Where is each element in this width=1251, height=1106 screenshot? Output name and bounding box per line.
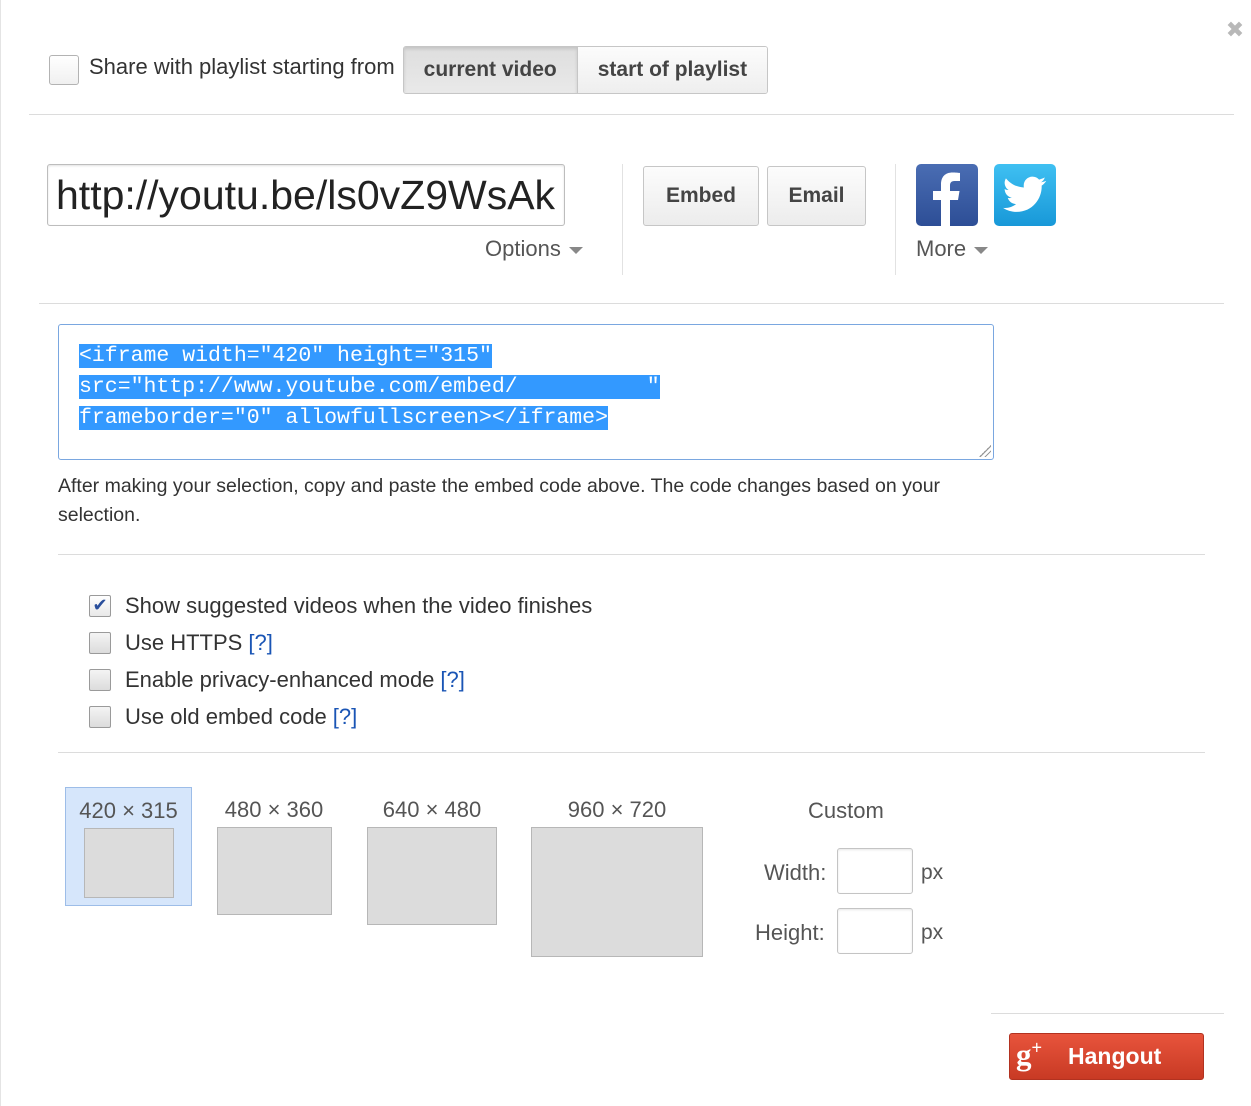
more-dropdown[interactable]: More — [916, 236, 989, 262]
options-label: Options — [485, 236, 561, 261]
size-preset-480[interactable]: 480 × 360 — [211, 797, 337, 915]
help-link[interactable]: [?] — [333, 704, 357, 730]
more-label: More — [916, 236, 967, 261]
size-thumbnail — [531, 827, 703, 957]
playlist-share-row: Share with playlist starting from curren… — [49, 45, 769, 95]
size-label: 960 × 720 — [567, 797, 667, 822]
playlist-start-toggle: current video start of playlist — [402, 46, 769, 94]
custom-size-label: Custom — [808, 798, 884, 823]
divider — [29, 114, 1234, 115]
help-link[interactable]: [?] — [248, 630, 272, 656]
size-label: 480 × 360 — [224, 797, 324, 822]
facebook-share-button[interactable] — [916, 164, 978, 226]
use-https-checkbox[interactable] — [89, 631, 111, 654]
option-label: Use HTTPS — [125, 629, 243, 655]
divider — [622, 164, 623, 275]
hangout-button[interactable]: g+ Hangout — [1009, 1033, 1204, 1080]
size-label: 640 × 480 — [382, 797, 482, 822]
option-use-https[interactable]: Use HTTPS [?] — [89, 624, 592, 661]
size-label: 420 × 315 — [79, 798, 178, 823]
custom-width-input[interactable] — [837, 848, 913, 894]
current-video-button[interactable]: current video — [403, 47, 578, 93]
embed-help-text: After making your selection, copy and pa… — [58, 475, 941, 526]
chevron-down-icon — [974, 246, 989, 254]
size-thumbnail — [83, 828, 174, 898]
divider — [39, 303, 1224, 304]
embed-code-line: frameborder="0" allowfullscreen></iframe… — [79, 406, 608, 430]
width-unit: px — [921, 861, 944, 884]
size-thumbnail — [216, 827, 332, 915]
facebook-icon — [933, 172, 960, 226]
old-embed-checkbox[interactable] — [89, 705, 111, 728]
height-label: Height: — [755, 920, 825, 945]
size-preset-420[interactable]: 420 × 315 — [65, 787, 192, 906]
close-icon[interactable]: ✖ — [1225, 19, 1245, 41]
height-unit: px — [921, 921, 944, 944]
google-plus-icon: g+ — [1016, 1036, 1043, 1072]
twitter-bird-icon — [1003, 176, 1047, 212]
divider — [58, 752, 1205, 753]
embed-options-list: ✔ Show suggested videos when the video f… — [89, 587, 592, 735]
share-panel: ✖ Share with playlist starting from curr… — [0, 0, 1251, 1106]
resize-handle[interactable] — [979, 445, 991, 457]
embed-code-line: src="http://www.youtube.com/embed/ " — [79, 375, 660, 399]
chevron-down-icon — [568, 246, 583, 254]
start-of-playlist-button[interactable]: start of playlist — [577, 47, 768, 93]
width-label: Width: — [764, 860, 827, 885]
share-playlist-label: Share with playlist starting from — [89, 54, 395, 79]
option-label: Show suggested videos when the video fin… — [125, 592, 593, 618]
share-playlist-checkbox[interactable] — [49, 55, 79, 85]
divider — [991, 1013, 1224, 1014]
help-link[interactable]: [?] — [440, 667, 464, 693]
divider — [58, 554, 1205, 555]
custom-height-input[interactable] — [837, 908, 913, 954]
embed-button[interactable]: Embed — [643, 166, 759, 226]
twitter-share-button[interactable] — [994, 164, 1056, 226]
option-privacy-mode[interactable]: Enable privacy-enhanced mode [?] — [89, 661, 592, 698]
option-old-embed[interactable]: Use old embed code [?] — [89, 698, 592, 735]
size-preset-640[interactable]: 640 × 480 — [361, 797, 503, 925]
email-button[interactable]: Email — [767, 166, 866, 226]
embed-code-line: <iframe width="420" height="315" — [79, 344, 492, 368]
share-url-input[interactable]: http://youtu.be/ls0vZ9WsAk — [47, 164, 565, 226]
size-preset-960[interactable]: 960 × 720 — [526, 797, 708, 957]
size-thumbnail — [367, 827, 497, 925]
option-label: Use old embed code — [125, 703, 327, 729]
show-suggested-checkbox[interactable]: ✔ — [89, 594, 111, 617]
hangout-label: Hangout — [1068, 1043, 1162, 1069]
options-dropdown[interactable]: Options — [485, 236, 583, 262]
privacy-mode-checkbox[interactable] — [89, 668, 111, 691]
embed-code-textarea[interactable]: <iframe width="420" height="315" src="ht… — [58, 324, 994, 460]
option-show-suggested[interactable]: ✔ Show suggested videos when the video f… — [89, 587, 592, 624]
option-label: Enable privacy-enhanced mode — [125, 666, 435, 692]
divider — [895, 164, 896, 275]
